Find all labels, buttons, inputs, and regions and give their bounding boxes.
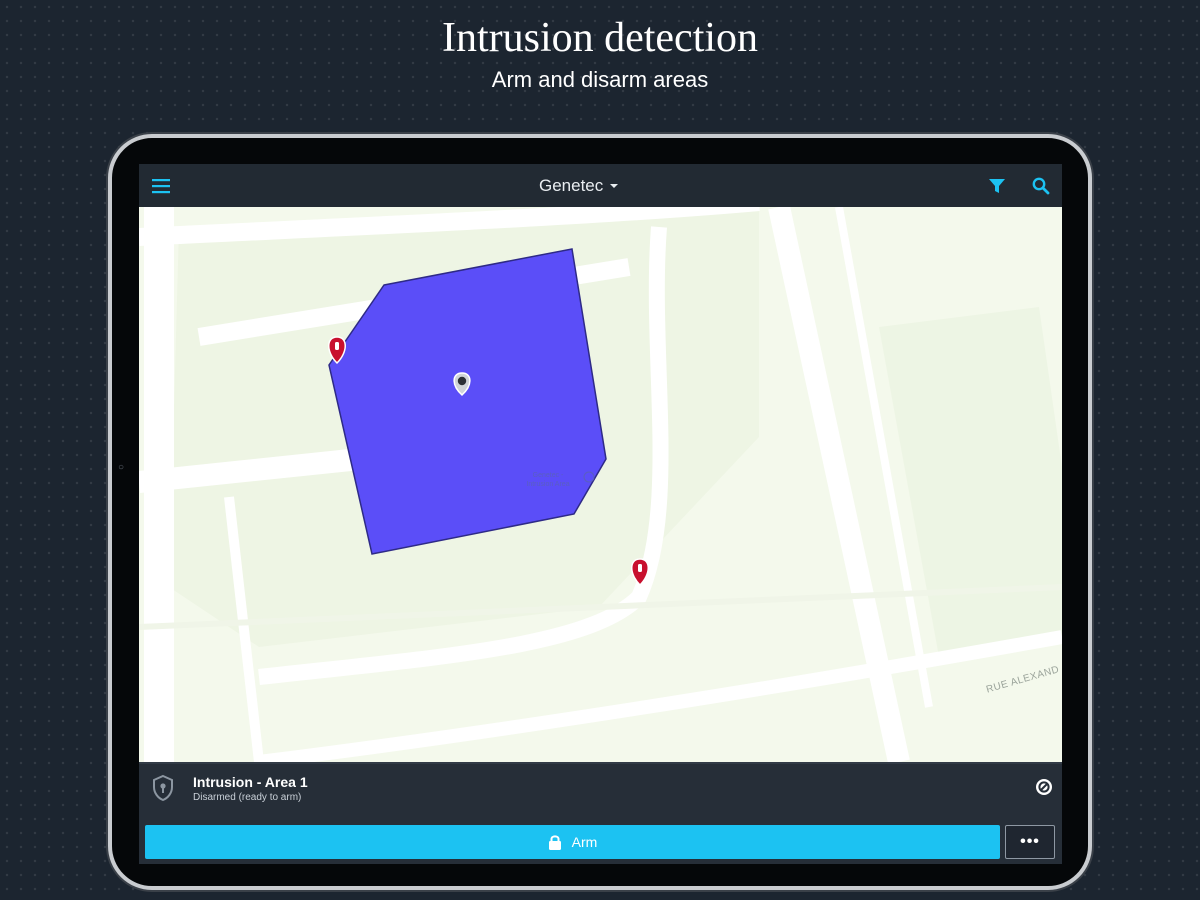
filter-icon[interactable] [987,176,1007,196]
side-camera-dot-icon: ○ [118,462,125,473]
site-title: Genetec [539,176,604,195]
close-icon[interactable] [1035,778,1053,796]
map-view[interactable]: Genetec - Intrusion Area RUE ALEXAND [139,207,1062,762]
site-selector[interactable]: Genetec [539,174,619,198]
promo-title: Intrusion detection [441,15,759,61]
map-road [258,630,1062,762]
more-options-label: ••• [1020,833,1040,850]
menu-icon[interactable] [151,177,171,195]
more-options-button[interactable]: ••• [1005,825,1055,859]
chevron-down-icon [610,184,619,188]
area-status: Disarmed (ready to arm) [193,792,302,803]
app-screen: Genetec Genetec - Intrusion Area RUE ALE… [139,164,1062,864]
svg-text:Intrusion Area: Intrusion Area [526,481,569,488]
app-header: Genetec [139,164,1062,207]
arm-button-label: Arm [571,834,598,850]
map-canvas: Genetec - Intrusion Area [139,207,1062,762]
area-name: Intrusion - Area 1 [193,774,308,790]
lock-icon [548,834,561,850]
map-building-block [879,307,1062,657]
promo-subtitle: Arm and disarm areas [491,67,709,92]
svg-text:Genetec -: Genetec - [533,472,564,479]
search-icon[interactable] [1031,176,1051,196]
shield-icon [153,774,173,802]
arm-button[interactable]: Arm [145,825,1000,859]
area-details-panel: Intrusion - Area 1 Disarmed (ready to ar… [139,762,1062,864]
